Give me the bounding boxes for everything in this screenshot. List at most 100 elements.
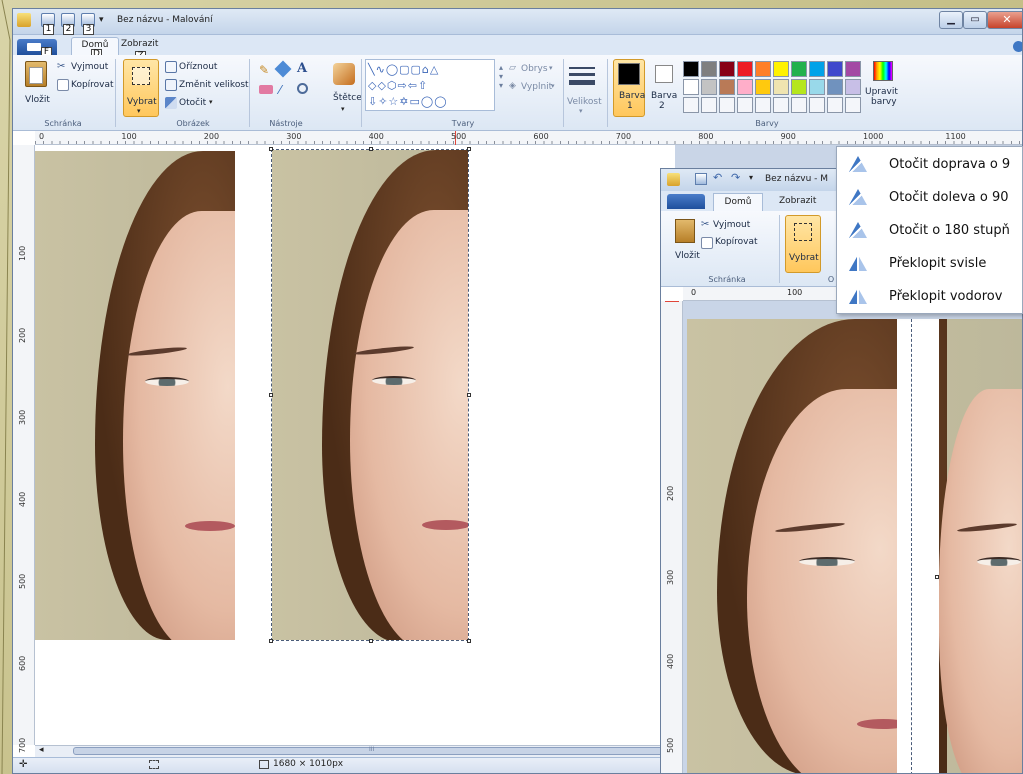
custom-color-slot[interactable] bbox=[719, 97, 735, 113]
eraser-icon[interactable] bbox=[259, 85, 273, 94]
group-clipboard-label: Schránka bbox=[708, 275, 746, 284]
selected-image[interactable] bbox=[271, 149, 469, 641]
resize-handle[interactable] bbox=[369, 147, 373, 151]
cut-button[interactable]: Vyjmout bbox=[713, 220, 750, 230]
outline-button[interactable]: Obrys bbox=[521, 64, 548, 74]
custom-color-slot[interactable] bbox=[683, 97, 699, 113]
paint-app-icon[interactable] bbox=[667, 173, 680, 186]
qat-dropdown-icon[interactable]: ▾ bbox=[749, 173, 753, 182]
menu-item-rotate-right[interactable]: Otočit doprava o 9 bbox=[837, 148, 1023, 181]
copy-button[interactable]: Kopírovat bbox=[715, 237, 758, 247]
edit-colors-icon[interactable] bbox=[873, 61, 893, 81]
palette-swatch[interactable] bbox=[827, 61, 843, 77]
paint-app-icon[interactable] bbox=[17, 13, 31, 27]
palette-swatch[interactable] bbox=[809, 79, 825, 95]
edit-colors-button[interactable]: Upravit bbox=[865, 87, 898, 97]
resize-handle[interactable] bbox=[467, 639, 471, 643]
minimize-button[interactable]: ▁ bbox=[939, 11, 963, 29]
fill-icon[interactable] bbox=[274, 60, 292, 78]
menu-item-flip-vertical[interactable]: Překlopit svisle bbox=[837, 247, 1023, 280]
palette-swatch[interactable] bbox=[845, 79, 861, 95]
tab-home[interactable]: Domů bbox=[713, 193, 763, 211]
color1-swatch bbox=[618, 63, 640, 85]
brushes-icon[interactable] bbox=[333, 63, 355, 85]
palette-swatch[interactable] bbox=[719, 79, 735, 95]
resize-button[interactable]: Změnit velikost bbox=[179, 80, 249, 90]
file-menu-button[interactable] bbox=[667, 194, 705, 209]
color2-button[interactable] bbox=[655, 65, 673, 83]
palette-swatch[interactable] bbox=[701, 61, 717, 77]
palette-swatch[interactable] bbox=[791, 79, 807, 95]
resize-handle[interactable] bbox=[269, 393, 273, 397]
resize-handle[interactable] bbox=[935, 575, 939, 579]
custom-color-slot[interactable] bbox=[791, 97, 807, 113]
palette-swatch[interactable] bbox=[845, 61, 861, 77]
cut-button[interactable]: Vyjmout bbox=[71, 62, 108, 72]
palette-swatch[interactable] bbox=[737, 79, 753, 95]
custom-color-slot[interactable] bbox=[809, 97, 825, 113]
tab-view[interactable]: Zobrazit bbox=[121, 39, 158, 49]
canvas-size-text: 1680 × 1010px bbox=[273, 759, 344, 769]
help-icon[interactable] bbox=[1013, 41, 1022, 52]
tab-view[interactable]: Zobrazit bbox=[779, 196, 816, 206]
palette-swatch[interactable] bbox=[683, 61, 699, 77]
magnifier-icon[interactable] bbox=[297, 83, 308, 94]
rotate-button[interactable]: Otočit bbox=[179, 98, 206, 108]
ribbon-separator bbox=[361, 59, 362, 127]
crop-button[interactable]: Oříznout bbox=[179, 62, 217, 72]
fill-shape-button[interactable]: Vyplnit bbox=[521, 82, 552, 92]
size-icon[interactable] bbox=[569, 67, 595, 85]
scroll-left-arrow[interactable]: ◂ bbox=[39, 745, 44, 755]
palette-swatch[interactable] bbox=[773, 79, 789, 95]
group-shapes-label: Tvary bbox=[451, 119, 475, 128]
menu-item-label: Otočit doprava o 9 bbox=[889, 157, 1011, 172]
paste-button[interactable]: Vložit bbox=[25, 95, 50, 105]
text-tool-icon[interactable]: A bbox=[297, 61, 307, 76]
color-picker-icon[interactable]: ⁄ bbox=[279, 83, 281, 97]
custom-color-slot[interactable] bbox=[845, 97, 861, 113]
group-image-label: Obrázek bbox=[176, 119, 210, 128]
menu-item-flip-horizontal[interactable]: Překlopit vodorov bbox=[837, 280, 1023, 313]
palette-swatch[interactable] bbox=[755, 61, 771, 77]
palette-swatch[interactable] bbox=[701, 79, 717, 95]
redo-icon[interactable]: ↷ bbox=[731, 171, 740, 184]
palette-swatch[interactable] bbox=[791, 61, 807, 77]
palette-swatch[interactable] bbox=[809, 61, 825, 77]
palette-swatch[interactable] bbox=[683, 79, 699, 95]
copy-button[interactable]: Kopírovat bbox=[71, 80, 114, 90]
paste-icon[interactable] bbox=[675, 219, 695, 243]
palette-swatch[interactable] bbox=[719, 61, 735, 77]
pencil-icon[interactable]: ✎ bbox=[259, 63, 269, 77]
custom-color-slot[interactable] bbox=[773, 97, 789, 113]
resize-handle[interactable] bbox=[269, 147, 273, 151]
qat-dropdown-icon[interactable]: ▾ bbox=[99, 15, 104, 25]
custom-color-slot[interactable] bbox=[827, 97, 843, 113]
resize-handle[interactable] bbox=[467, 393, 471, 397]
resize-handle[interactable] bbox=[369, 639, 373, 643]
paste-button[interactable]: Vložit bbox=[675, 251, 700, 261]
resize-handle[interactable] bbox=[467, 147, 471, 151]
brushes-button[interactable]: Štětce bbox=[333, 93, 362, 103]
custom-color-slot[interactable] bbox=[755, 97, 771, 113]
palette-swatch[interactable] bbox=[755, 79, 771, 95]
resize-handle[interactable] bbox=[269, 639, 273, 643]
maximize-button[interactable]: ▭ bbox=[963, 11, 987, 29]
size-button[interactable]: Velikost bbox=[567, 97, 602, 107]
palette-swatch[interactable] bbox=[827, 79, 843, 95]
custom-color-slot[interactable] bbox=[701, 97, 717, 113]
undo-icon[interactable]: ↶ bbox=[713, 171, 722, 184]
rotate-icon bbox=[165, 97, 177, 109]
drawing-canvas[interactable] bbox=[35, 145, 675, 745]
cut-icon: ✂ bbox=[57, 61, 66, 72]
custom-color-slot[interactable] bbox=[737, 97, 753, 113]
menu-item-rotate-180[interactable]: Otočit o 180 stupň bbox=[837, 214, 1023, 247]
cut-icon: ✂ bbox=[701, 219, 710, 230]
palette-swatch[interactable] bbox=[737, 61, 753, 77]
shapes-scroll-icon[interactable]: ▴ ▾ ▾ bbox=[499, 63, 503, 90]
save-icon[interactable] bbox=[695, 173, 707, 185]
rotate-dropdown-icon[interactable]: ▾ bbox=[209, 98, 213, 106]
close-button[interactable]: ✕ bbox=[987, 11, 1022, 29]
palette-swatch[interactable] bbox=[773, 61, 789, 77]
menu-item-rotate-left[interactable]: Otočit doleva o 90 bbox=[837, 181, 1023, 214]
ruler-label: 400 bbox=[18, 491, 27, 507]
